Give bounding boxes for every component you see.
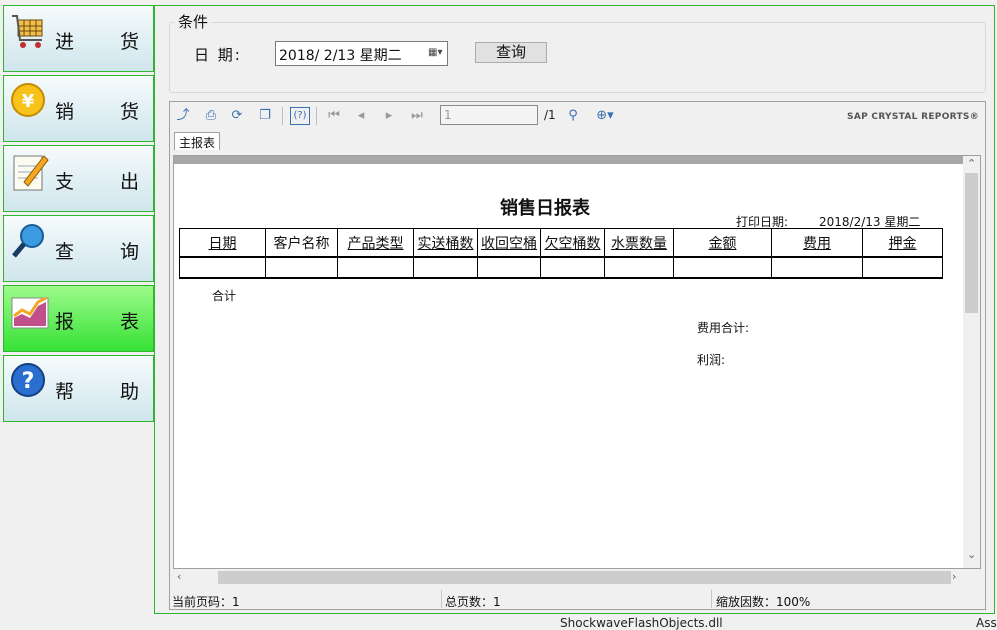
background-text: Ass — [976, 616, 997, 630]
sidebar: 进 货 ¥ 销 货 支 出 查 询 报 表 ? 帮 助 — [0, 0, 156, 627]
table-cell — [540, 256, 605, 279]
nav-label-sales: 销 货 — [55, 101, 160, 123]
date-picker[interactable]: 2018/ 2/13 星期二 ▦▾ — [275, 41, 448, 66]
column-header: 产品类型 — [337, 228, 414, 258]
horizontal-scrollbar[interactable]: ‹ › — [173, 569, 964, 586]
tab-main-report[interactable]: 主报表 — [174, 132, 221, 150]
query-button[interactable]: 查询 — [475, 42, 547, 63]
chart-icon — [11, 296, 49, 329]
notepad-pencil-icon — [13, 155, 49, 191]
page-total: /1 — [544, 108, 556, 122]
table-cell — [265, 256, 338, 279]
table-cell — [477, 256, 541, 279]
sum-label: 合计 — [212, 289, 237, 303]
status-bar: 当前页码：1 总页数：1 缩放因数：100% — [170, 589, 985, 609]
table-header-row: 日期 客户名称 产品类型 实送桶数 收回空桶 欠空桶数 水票数量 金额 费用 押… — [179, 228, 943, 258]
nav-button-purchase[interactable]: 进 货 — [3, 5, 154, 72]
print-icon[interactable]: ⎙ — [202, 107, 220, 125]
column-header: 金额 — [673, 228, 772, 258]
nav-label-report: 报 表 — [55, 311, 160, 333]
table-cell — [771, 256, 863, 279]
nav-button-expense[interactable]: 支 出 — [3, 145, 154, 212]
copy-icon[interactable]: ❐ — [256, 107, 274, 125]
report-table: 日期 客户名称 产品类型 实送桶数 收回空桶 欠空桶数 水票数量 金额 费用 押… — [179, 228, 943, 279]
status-total-pages: 总页数：1 — [445, 595, 501, 609]
nav-button-query[interactable]: 查 询 — [3, 215, 154, 282]
group-tree-icon[interactable]: (?) — [290, 107, 310, 125]
last-page-icon[interactable]: ⏭ — [408, 107, 426, 125]
column-header: 实送桶数 — [413, 228, 478, 258]
zoom-icon[interactable]: ⊕▾ — [590, 107, 620, 125]
background-file-entry: ShockwaveFlashObjects.dll — [560, 616, 723, 630]
scroll-right-icon[interactable]: › — [952, 570, 956, 583]
crystal-reports-brand: SAP CRYSTAL REPORTS® — [847, 112, 979, 122]
page-number-input[interactable]: 1 — [440, 105, 538, 125]
yen-coin-icon: ¥ — [11, 83, 45, 117]
column-header: 水票数量 — [604, 228, 674, 258]
table-cell — [413, 256, 478, 279]
fee-total-label: 费用合计: — [697, 321, 750, 335]
column-header: 客户名称 — [265, 228, 338, 258]
report-title: 销售日报表 — [500, 198, 590, 219]
status-zoom: 缩放因数：100% — [716, 595, 811, 609]
nav-label-query: 查 询 — [55, 241, 160, 263]
toolbar-separator — [316, 107, 317, 125]
column-header: 欠空桶数 — [540, 228, 605, 258]
toolbar-separator — [282, 107, 283, 125]
svg-text:?: ? — [22, 369, 35, 394]
scroll-down-icon[interactable]: ⌄ — [967, 548, 976, 561]
magnifier-icon — [12, 224, 44, 258]
condition-legend: 条件 — [175, 11, 212, 32]
report-canvas: 销售日报表 打印日期: 2018/2/13 星期二 日期 客户名称 产品类型 实… — [173, 155, 981, 569]
next-page-icon[interactable]: ▸ — [380, 107, 398, 125]
table-cell — [179, 256, 266, 279]
export-icon[interactable]: ⤴ — [174, 107, 192, 125]
viewer-toolbar: ⤴ ⎙ ⟳ ❐ (?) ⏮ ◂ ▸ ⏭ 1 /1 ⚲ ⊕▾ SAP CRYSTA… — [170, 102, 985, 130]
nav-label-help: 帮 助 — [55, 381, 160, 403]
column-header: 费用 — [771, 228, 863, 258]
main-panel: 条件 日 期: 2018/ 2/13 星期二 ▦▾ 查询 ⤴ ⎙ ⟳ ❐ (?)… — [154, 5, 995, 614]
prev-page-icon[interactable]: ◂ — [352, 107, 370, 125]
status-current-page: 当前页码：1 — [172, 595, 240, 609]
column-header: 日期 — [179, 228, 266, 258]
calendar-dropdown-icon[interactable]: ▦▾ — [428, 47, 444, 61]
help-icon: ? — [11, 363, 45, 397]
table-row — [179, 256, 943, 279]
find-icon[interactable]: ⚲ — [564, 107, 582, 125]
scroll-left-icon[interactable]: ‹ — [177, 570, 181, 583]
column-header: 收回空桶 — [477, 228, 541, 258]
table-cell — [673, 256, 772, 279]
date-value: 2018/ 2/13 星期二 — [279, 48, 402, 64]
first-page-icon[interactable]: ⏮ — [325, 107, 343, 125]
vertical-scroll-thumb[interactable] — [965, 173, 978, 313]
table-cell — [337, 256, 414, 279]
status-separator — [441, 590, 442, 608]
status-separator — [711, 590, 712, 608]
nav-button-report[interactable]: 报 表 — [3, 285, 154, 352]
svg-text:¥: ¥ — [22, 91, 35, 112]
table-cell — [862, 256, 943, 279]
nav-label-purchase: 进 货 — [55, 31, 160, 53]
horizontal-scroll-thumb[interactable] — [218, 571, 951, 584]
refresh-icon[interactable]: ⟳ — [228, 107, 246, 125]
report-viewer: ⤴ ⎙ ⟳ ❐ (?) ⏮ ◂ ▸ ⏭ 1 /1 ⚲ ⊕▾ SAP CRYSTA… — [169, 101, 986, 610]
profit-label: 利润: — [697, 353, 726, 367]
nav-button-help[interactable]: ? 帮 助 — [3, 355, 154, 422]
nav-label-expense: 支 出 — [55, 171, 160, 193]
shopping-cart-icon — [12, 15, 43, 48]
table-cell — [604, 256, 674, 279]
date-label: 日 期: — [194, 46, 242, 64]
nav-button-sales[interactable]: ¥ 销 货 — [3, 75, 154, 142]
column-header: 押金 — [862, 228, 943, 258]
vertical-scrollbar[interactable]: ⌃ ⌄ — [963, 156, 980, 568]
report-header-bar — [174, 156, 964, 164]
scroll-up-icon[interactable]: ⌃ — [967, 157, 976, 170]
